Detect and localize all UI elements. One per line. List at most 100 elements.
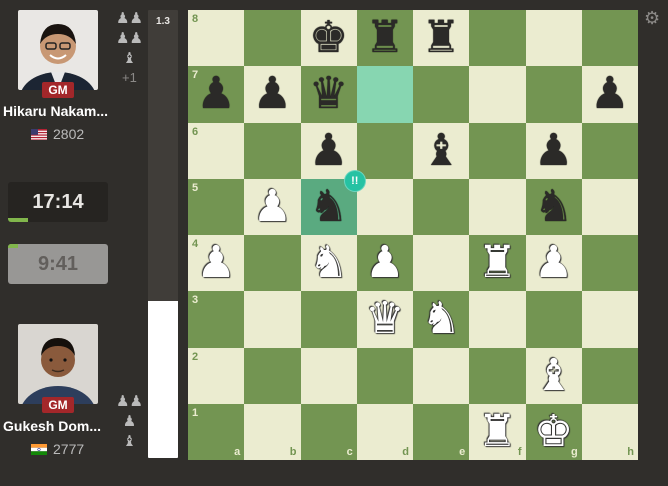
square-e1[interactable]: e: [413, 403, 470, 460]
square-c2[interactable]: [300, 347, 357, 404]
square-a6[interactable]: 6: [188, 122, 245, 179]
square-f7[interactable]: [469, 66, 526, 123]
top-player-avatar[interactable]: [18, 10, 98, 90]
square-d3[interactable]: ♛: [356, 291, 413, 348]
white-knight[interactable]: ♞: [421, 297, 460, 341]
rank-label: 5: [192, 181, 199, 194]
black-knight[interactable]: ♞: [534, 184, 573, 229]
bottom-player-title-badge: GM: [42, 397, 74, 413]
square-b5[interactable]: ♟: [244, 178, 301, 235]
black-queen[interactable]: ♛: [309, 72, 348, 116]
square-g2[interactable]: ♝: [525, 347, 582, 404]
square-e6[interactable]: ♝: [413, 122, 470, 179]
square-e2[interactable]: [413, 347, 470, 404]
square-b6[interactable]: [244, 122, 301, 179]
square-a8[interactable]: 8: [188, 10, 245, 67]
square-e8[interactable]: ♜: [413, 10, 470, 67]
captured-pawns-icon: ♟♟: [116, 393, 143, 410]
india-flag-icon: [31, 443, 47, 455]
square-d2[interactable]: [356, 347, 413, 404]
square-h2[interactable]: [581, 347, 638, 404]
black-king[interactable]: ♚: [309, 16, 348, 60]
square-a5[interactable]: 5: [188, 178, 245, 235]
square-c6[interactable]: ♟: [300, 122, 357, 179]
white-knight[interactable]: ♞: [309, 241, 348, 285]
square-g7[interactable]: [525, 66, 582, 123]
square-h3[interactable]: [581, 291, 638, 348]
white-rook[interactable]: ♜: [478, 241, 517, 285]
square-c5[interactable]: ♞!!: [300, 169, 366, 235]
square-d5[interactable]: [356, 178, 413, 235]
square-h4[interactable]: [581, 235, 638, 292]
square-e3[interactable]: ♞: [413, 291, 470, 348]
square-g6[interactable]: ♟: [525, 122, 582, 179]
white-pawn[interactable]: ♟: [253, 184, 292, 229]
square-f3[interactable]: [469, 291, 526, 348]
top-player-name[interactable]: Hikaru Nakam...: [3, 103, 108, 119]
square-h5[interactable]: [581, 178, 638, 235]
square-g3[interactable]: [525, 291, 582, 348]
square-a7[interactable]: 7 ♟: [188, 66, 245, 123]
white-queen[interactable]: ♛: [365, 297, 404, 341]
square-a1[interactable]: 1a: [188, 403, 245, 460]
bottom-clock-time: 9:41: [37, 252, 79, 275]
square-a3[interactable]: 3: [188, 291, 245, 348]
black-bishop[interactable]: ♝: [421, 128, 460, 173]
bottom-player-name[interactable]: Gukesh Dom...: [3, 418, 101, 434]
black-rook[interactable]: ♜: [421, 16, 460, 60]
bottom-player-avatar[interactable]: [18, 324, 98, 404]
square-c8[interactable]: ♚: [300, 10, 357, 67]
square-c1[interactable]: c: [300, 403, 357, 460]
white-pawn[interactable]: ♟: [365, 241, 404, 285]
black-pawn[interactable]: ♟: [309, 128, 348, 173]
square-d6[interactable]: [356, 122, 413, 179]
square-f4[interactable]: ♜: [469, 235, 526, 292]
chess-board[interactable]: 8 ♚ ♜ ♜ 7 ♟ ♟ ♛ ♟ 6 ♟ ♝ ♟ 5 ♟ ♞!! ♞ 4 ♟ ♞ ♟ ♜ ♟ 3 ♛ ♞ 2 ♝ 1 a b c d e f ♜ g ♚…: [188, 10, 638, 460]
square-c4[interactable]: ♞: [300, 235, 357, 292]
black-pawn[interactable]: ♟: [196, 72, 235, 116]
square-a2[interactable]: 2: [188, 347, 245, 404]
square-b4[interactable]: [244, 235, 301, 292]
square-d8[interactable]: ♜: [356, 10, 413, 67]
black-pawn[interactable]: ♟: [253, 72, 292, 116]
white-rook[interactable]: ♜: [478, 409, 517, 454]
square-g4[interactable]: ♟: [525, 235, 582, 292]
captured-pawns-icon: ♟♟: [116, 30, 143, 47]
square-e4[interactable]: [413, 235, 470, 292]
square-g5[interactable]: ♞: [525, 178, 582, 235]
square-a4[interactable]: 4 ♟: [188, 235, 245, 292]
black-pawn[interactable]: ♟: [534, 128, 573, 173]
square-h7[interactable]: ♟: [581, 66, 638, 123]
square-e5[interactable]: [413, 178, 470, 235]
square-d7[interactable]: [356, 66, 413, 123]
square-e7[interactable]: [413, 66, 470, 123]
square-h1[interactable]: h: [581, 403, 638, 460]
gear-icon[interactable]: ⚙: [644, 8, 660, 29]
white-pawn[interactable]: ♟: [196, 241, 235, 285]
square-b2[interactable]: [244, 347, 301, 404]
square-c7[interactable]: ♛: [300, 66, 357, 123]
square-b8[interactable]: [244, 10, 301, 67]
square-g8[interactable]: [525, 10, 582, 67]
square-f6[interactable]: [469, 122, 526, 179]
black-knight[interactable]: ♞: [309, 184, 348, 229]
square-g1[interactable]: g ♚: [525, 403, 582, 460]
square-f8[interactable]: [469, 10, 526, 67]
square-d1[interactable]: d: [356, 403, 413, 460]
black-pawn[interactable]: ♟: [590, 72, 629, 116]
square-c3[interactable]: [300, 291, 357, 348]
black-rook[interactable]: ♜: [365, 16, 404, 60]
white-pawn[interactable]: ♟: [534, 241, 573, 285]
square-b1[interactable]: b: [244, 403, 301, 460]
square-f1[interactable]: f ♜: [469, 403, 526, 460]
white-bishop[interactable]: ♝: [534, 353, 573, 398]
white-king[interactable]: ♚: [534, 409, 573, 454]
square-h6[interactable]: [581, 122, 638, 179]
square-d4[interactable]: ♟: [356, 235, 413, 292]
square-b7[interactable]: ♟: [244, 66, 301, 123]
square-f5[interactable]: [469, 178, 526, 235]
square-f2[interactable]: [469, 347, 526, 404]
square-b3[interactable]: [244, 291, 301, 348]
top-player-rating-row: 2802: [31, 126, 84, 142]
square-h8[interactable]: [581, 10, 638, 67]
